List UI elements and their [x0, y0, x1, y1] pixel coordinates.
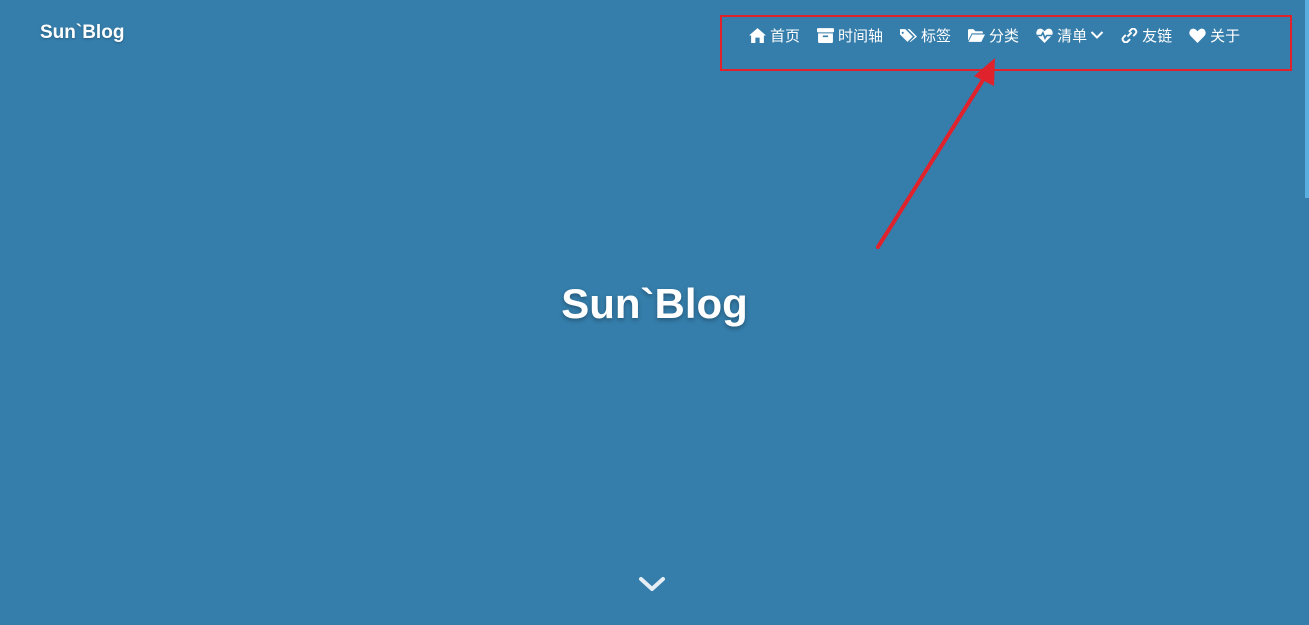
- annotation-arrow: [876, 58, 995, 249]
- scroll-down-chevron-icon[interactable]: [638, 572, 666, 596]
- hero-title: Sun`Blog: [561, 280, 748, 327]
- site-brand[interactable]: Sun`Blog: [40, 22, 124, 44]
- scrollbar-strip[interactable]: [1305, 0, 1309, 198]
- hero-banner: Sun`Blog 首页 时间轴 标签 分类 清单 友链 关于 Sun`Blog: [0, 0, 1309, 625]
